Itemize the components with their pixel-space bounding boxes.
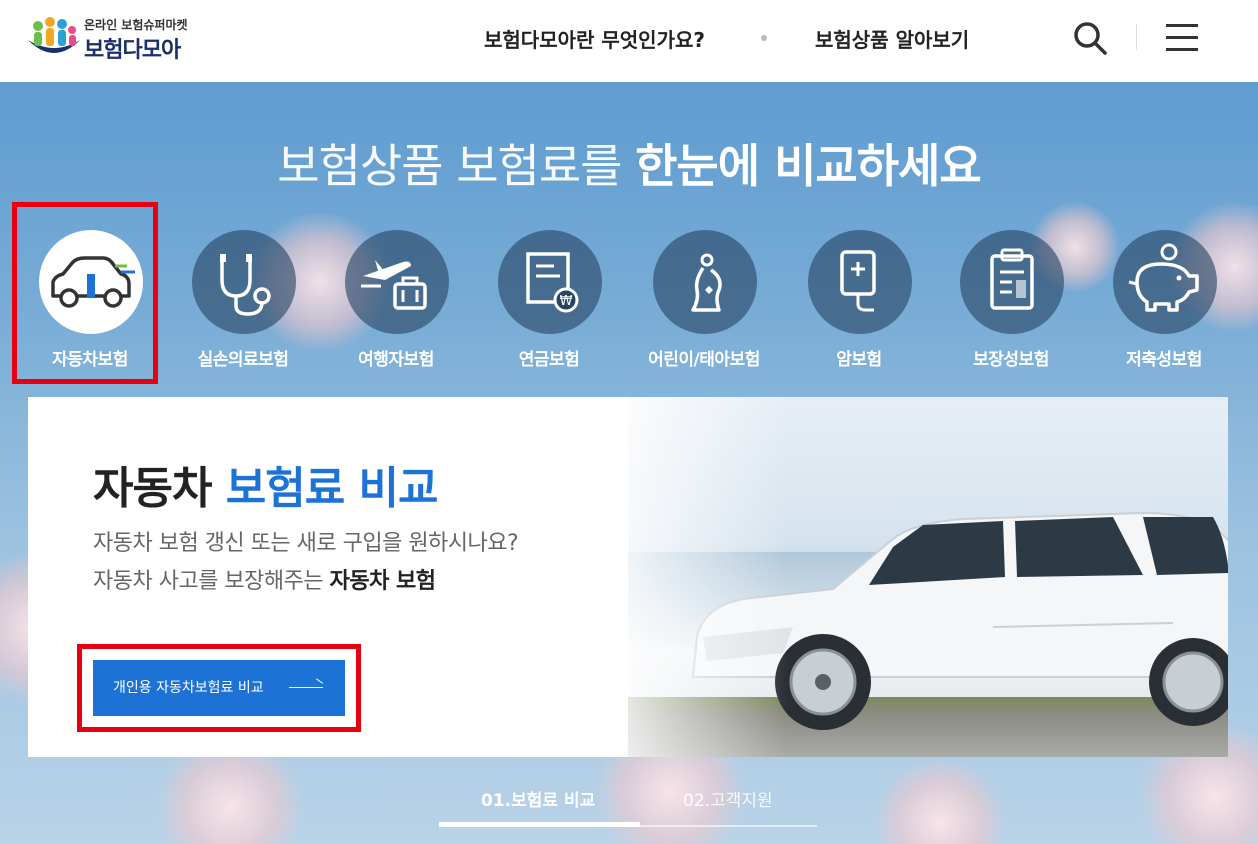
tab-premium-compare[interactable]: 01.보험료 비교 xyxy=(481,786,595,811)
site-header: 온라인 보험슈퍼마켓 보험다모아 보험다모아란 무엇인가요? 보험상품 알아보기 xyxy=(0,0,1258,82)
iv-bag-icon xyxy=(840,250,876,312)
card-title-dark: 자동차 xyxy=(93,463,212,514)
card-title: 자동차 보험료 비교 xyxy=(93,452,438,516)
category-label: 연금보험 xyxy=(518,350,580,370)
nav-about[interactable]: 보험다모아란 무엇인가요? xyxy=(484,24,705,53)
svg-text:₩: ₩ xyxy=(560,294,573,309)
category-label: 암보험 xyxy=(836,350,882,370)
card-title-blue: 보험료 비교 xyxy=(225,463,439,514)
category-label: 보장성보험 xyxy=(973,350,1049,370)
pension-document-icon: ₩ xyxy=(526,252,579,313)
highlight-box-category xyxy=(12,202,158,384)
hero-title: 보험상품 보험료를 한눈에 비교하세요 xyxy=(0,130,1258,196)
nav-products[interactable]: 보험상품 알아보기 xyxy=(815,24,969,53)
card-description: 자동차 보험 갱신 또는 새로 구입을 원하시나요? 자동차 사고를 보장해주는… xyxy=(93,525,519,601)
card-desc-line2: 자동차 사고를 보장해주는 자동차 보험 xyxy=(93,563,518,601)
piggy-bank-icon xyxy=(1128,243,1199,312)
tab-customer-support[interactable]: 02.고객지원 xyxy=(683,786,773,811)
logo-tagline: 온라인 보험슈퍼마켓 xyxy=(84,18,188,32)
category-travel-insurance[interactable]: 여행자보험 xyxy=(331,230,461,390)
search-icon[interactable] xyxy=(1072,20,1108,56)
card-desc-line2-strong: 자동차 보험 xyxy=(329,569,436,594)
category-savings-insurance[interactable]: 저축성보험 xyxy=(1099,230,1229,390)
hamburger-menu-icon[interactable] xyxy=(1164,22,1200,54)
pregnant-woman-icon xyxy=(691,253,722,312)
category-pension-insurance[interactable]: ₩ 연금보험 xyxy=(484,230,614,390)
nav-separator-dot xyxy=(761,35,767,41)
category-cancer-insurance[interactable]: 암보험 xyxy=(794,230,924,390)
hero-title-bold: 한눈에 비교하세요 xyxy=(635,139,982,193)
highlight-box-cta xyxy=(77,644,361,732)
category-child-insurance[interactable]: 어린이/태아보험 xyxy=(639,230,769,390)
hero-section: 보험상품 보험료를 한눈에 비교하세요 자동차보험 실손의료보험 여행자보험 ₩… xyxy=(0,82,1258,844)
stethoscope-icon xyxy=(220,254,271,316)
category-medical-insurance[interactable]: 실손의료보험 xyxy=(178,230,308,390)
card-desc-line1: 자동차 보험 갱신 또는 새로 구입을 원하시나요? xyxy=(93,531,519,556)
site-logo[interactable]: 온라인 보험슈퍼마켓 보험다모아 xyxy=(26,12,206,68)
category-label: 실손의료보험 xyxy=(197,350,289,370)
hero-title-light: 보험상품 보험료를 xyxy=(277,139,622,193)
airplane-luggage-icon xyxy=(361,260,427,310)
card-desc-line2-text: 자동차 사고를 보장해주는 xyxy=(93,569,324,594)
category-label: 저축성보험 xyxy=(1126,350,1202,370)
header-divider xyxy=(1136,24,1137,50)
category-coverage-insurance[interactable]: 보장성보험 xyxy=(946,230,1076,390)
logo-title: 보험다모아 xyxy=(84,38,181,63)
tab-active-indicator xyxy=(439,822,640,827)
card-fade xyxy=(588,397,788,757)
clipboard-icon xyxy=(990,248,1034,310)
category-label: 어린이/태아보험 xyxy=(648,350,760,370)
category-label: 여행자보험 xyxy=(358,350,434,370)
logo-people-icon xyxy=(28,17,80,53)
